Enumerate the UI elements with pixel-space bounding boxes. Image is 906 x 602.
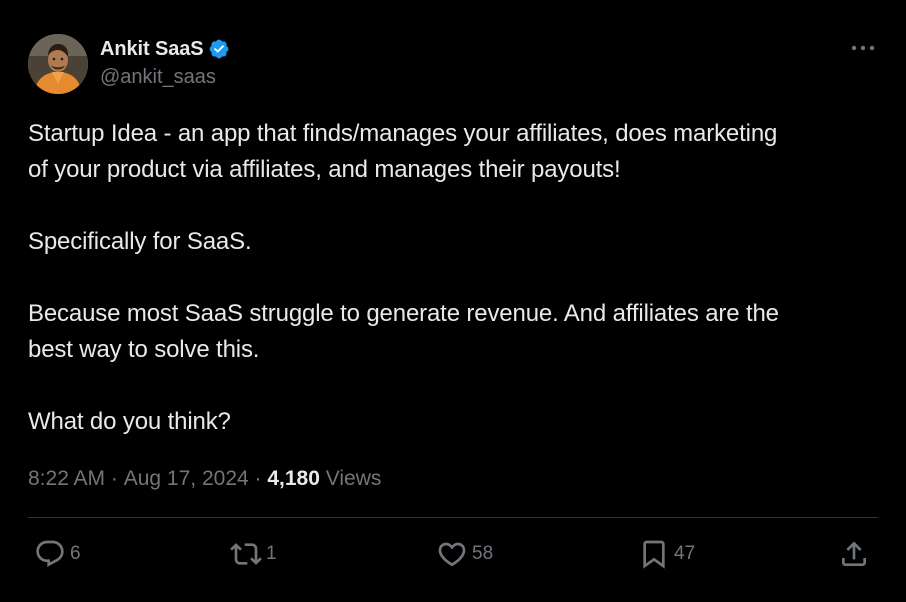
like-count: 58	[472, 543, 494, 564]
views-label[interactable]: Views	[326, 467, 382, 491]
reply-count: 6	[70, 543, 81, 564]
more-horizontal-icon[interactable]	[848, 36, 878, 60]
display-name[interactable]: Ankit SaaS	[100, 38, 204, 61]
retweet-icon	[230, 538, 262, 570]
action-bar: 6 1 58 47	[28, 532, 878, 576]
verified-badge-icon[interactable]	[208, 38, 230, 60]
meta-separator: ·	[248, 467, 268, 490]
reply-button[interactable]: 6	[34, 532, 81, 576]
author-info: Ankit SaaS @ankit_saas	[100, 36, 230, 89]
reply-icon	[34, 538, 66, 570]
share-button[interactable]	[838, 532, 870, 576]
bookmark-button[interactable]: 47	[638, 532, 695, 576]
divider	[28, 517, 878, 518]
tweet-date[interactable]: Aug 17, 2024	[124, 467, 249, 491]
like-button[interactable]: 58	[436, 532, 493, 576]
avatar[interactable]	[28, 34, 88, 94]
author-handle[interactable]: @ankit_saas	[100, 65, 230, 89]
views-count[interactable]: 4,180	[267, 467, 320, 491]
tweet-text: Startup Idea - an app that finds/manages…	[28, 120, 779, 435]
retweet-button[interactable]: 1	[230, 532, 277, 576]
share-icon	[838, 538, 870, 570]
tweet-meta: 8:22 AM · Aug 17, 2024 · 4,180 Views	[28, 464, 381, 494]
meta-separator: ·	[105, 467, 124, 490]
retweet-count: 1	[266, 543, 277, 564]
bookmark-icon	[638, 538, 670, 570]
tweet-card: Ankit SaaS @ankit_saas Startup Idea - an…	[0, 0, 906, 602]
heart-icon	[436, 538, 468, 570]
tweet-time[interactable]: 8:22 AM	[28, 467, 105, 491]
bookmark-count: 47	[674, 543, 696, 564]
avatar-image	[28, 34, 88, 94]
display-name-row: Ankit SaaS	[100, 36, 230, 62]
tweet-header: Ankit SaaS @ankit_saas	[28, 32, 878, 96]
